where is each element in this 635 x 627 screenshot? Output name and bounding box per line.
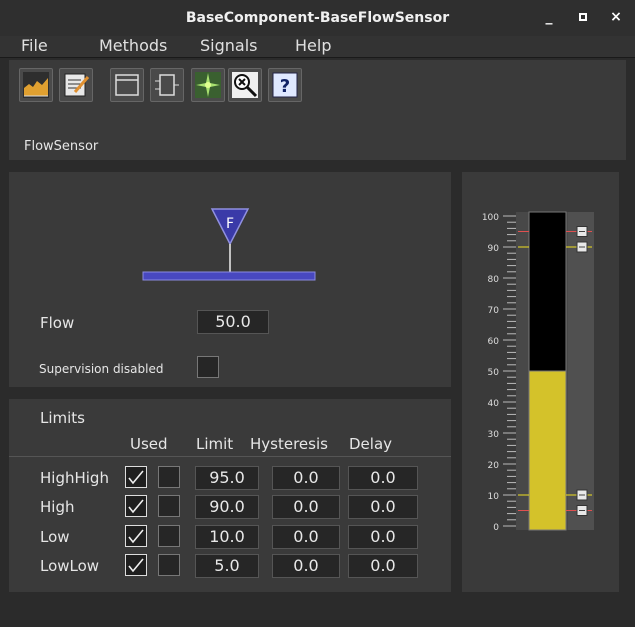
scale-label: 60 [488,337,500,347]
limits-title: Limits [40,409,85,427]
limit-name: HighHigh [40,469,109,487]
limit-track [568,212,594,530]
zoom-cancel-button[interactable] [228,68,262,102]
notes-icon [64,73,89,97]
flow-sensor-symbol: F [142,208,316,281]
limit-secondary-checkbox[interactable] [158,524,180,547]
menu-bar: File Methods Signals Help [0,36,635,58]
limit-value[interactable]: 95.0 [195,466,259,490]
delay-value[interactable]: 0.0 [348,495,418,520]
limit-value[interactable]: 10.0 [195,524,259,549]
scale-label: 30 [488,430,500,440]
limits-panel: Limits Used Limit Hysteresis Delay HighH… [9,399,451,592]
limit-used-checkbox[interactable] [125,466,147,488]
notes-button[interactable] [59,68,93,102]
hysteresis-value[interactable]: 0.0 [272,466,340,490]
limit-name: Low [40,527,70,546]
limit-secondary-checkbox[interactable] [158,495,180,518]
delay-value[interactable]: 0.0 [348,553,418,578]
crosshair-button[interactable] [191,68,225,102]
bar-graph: 1009080706050403020100 [482,211,594,533]
svg-text:F: F [226,216,234,232]
trend-button[interactable] [19,68,53,102]
header-used: Used [130,435,168,453]
scale-label: 20 [488,461,500,471]
limit-name: LowLow [40,556,100,575]
window-icon [115,74,139,96]
crosshair-icon [195,72,221,98]
flow-label: Flow [40,314,75,332]
component-name: FlowSensor [24,139,99,154]
scale-label: 70 [488,306,500,316]
hysteresis-value[interactable]: 0.0 [272,524,340,549]
limit-used-checkbox[interactable] [125,553,147,576]
svg-text:?: ? [280,76,290,97]
header-separator [9,456,451,457]
checkmark-icon [128,558,144,573]
header-delay: Delay [349,435,393,453]
scale-label: 90 [488,244,500,254]
limit-name: High [40,498,75,517]
scale-label: 80 [488,275,500,285]
zoom-cancel-icon [232,72,258,98]
sensor-panel: F Flow 50.0 Supervision disabled [9,172,451,387]
window-button[interactable] [110,68,144,102]
title-bar: BaseComponent-BaseFlowSensor _ × [0,0,635,36]
menu-signals[interactable]: Signals [200,36,257,55]
scale-label: 40 [488,399,500,409]
supervision-label: Supervision disabled [39,362,164,376]
delay-value[interactable]: 0.0 [348,466,418,490]
hysteresis-value[interactable]: 0.0 [272,553,340,578]
maximize-button[interactable] [574,8,592,26]
component-icon [155,74,179,96]
close-button[interactable]: × [607,8,625,26]
limit-secondary-checkbox[interactable] [158,553,180,576]
maximize-icon [579,13,587,21]
bar-fill [528,370,567,531]
limit-value[interactable]: 5.0 [195,553,259,578]
header-limit: Limit [196,435,234,453]
minimize-button[interactable]: _ [540,8,558,26]
trend-icon [23,72,49,98]
menu-help[interactable]: Help [295,36,331,55]
checkmark-icon [128,499,144,514]
limit-secondary-checkbox[interactable] [158,466,180,488]
menu-file[interactable]: File [21,36,48,55]
supervision-checkbox[interactable] [197,356,219,378]
menu-methods[interactable]: Methods [99,36,167,55]
scale-label: 0 [493,523,499,533]
hysteresis-value[interactable]: 0.0 [272,495,340,520]
limit-value[interactable]: 90.0 [195,495,259,520]
limit-used-checkbox[interactable] [125,495,147,518]
checkmark-icon [128,529,144,543]
flow-value: 50.0 [197,310,269,334]
checkmark-icon [128,470,144,485]
bar-graph-panel: 100 90 80 70 60 50 40 30 20 10 0 [462,172,619,592]
help-icon: ? [272,72,298,98]
scale-label: 50 [488,368,500,378]
toolbar-panel: ? FlowSensor [9,60,626,160]
delay-value[interactable]: 0.0 [348,524,418,549]
header-hysteresis: Hysteresis [250,435,328,453]
scale-label: 10 [488,492,500,502]
component-button[interactable] [150,68,184,102]
limit-used-checkbox[interactable] [125,524,147,547]
help-button[interactable]: ? [268,68,302,102]
scale-label: 100 [482,213,499,223]
